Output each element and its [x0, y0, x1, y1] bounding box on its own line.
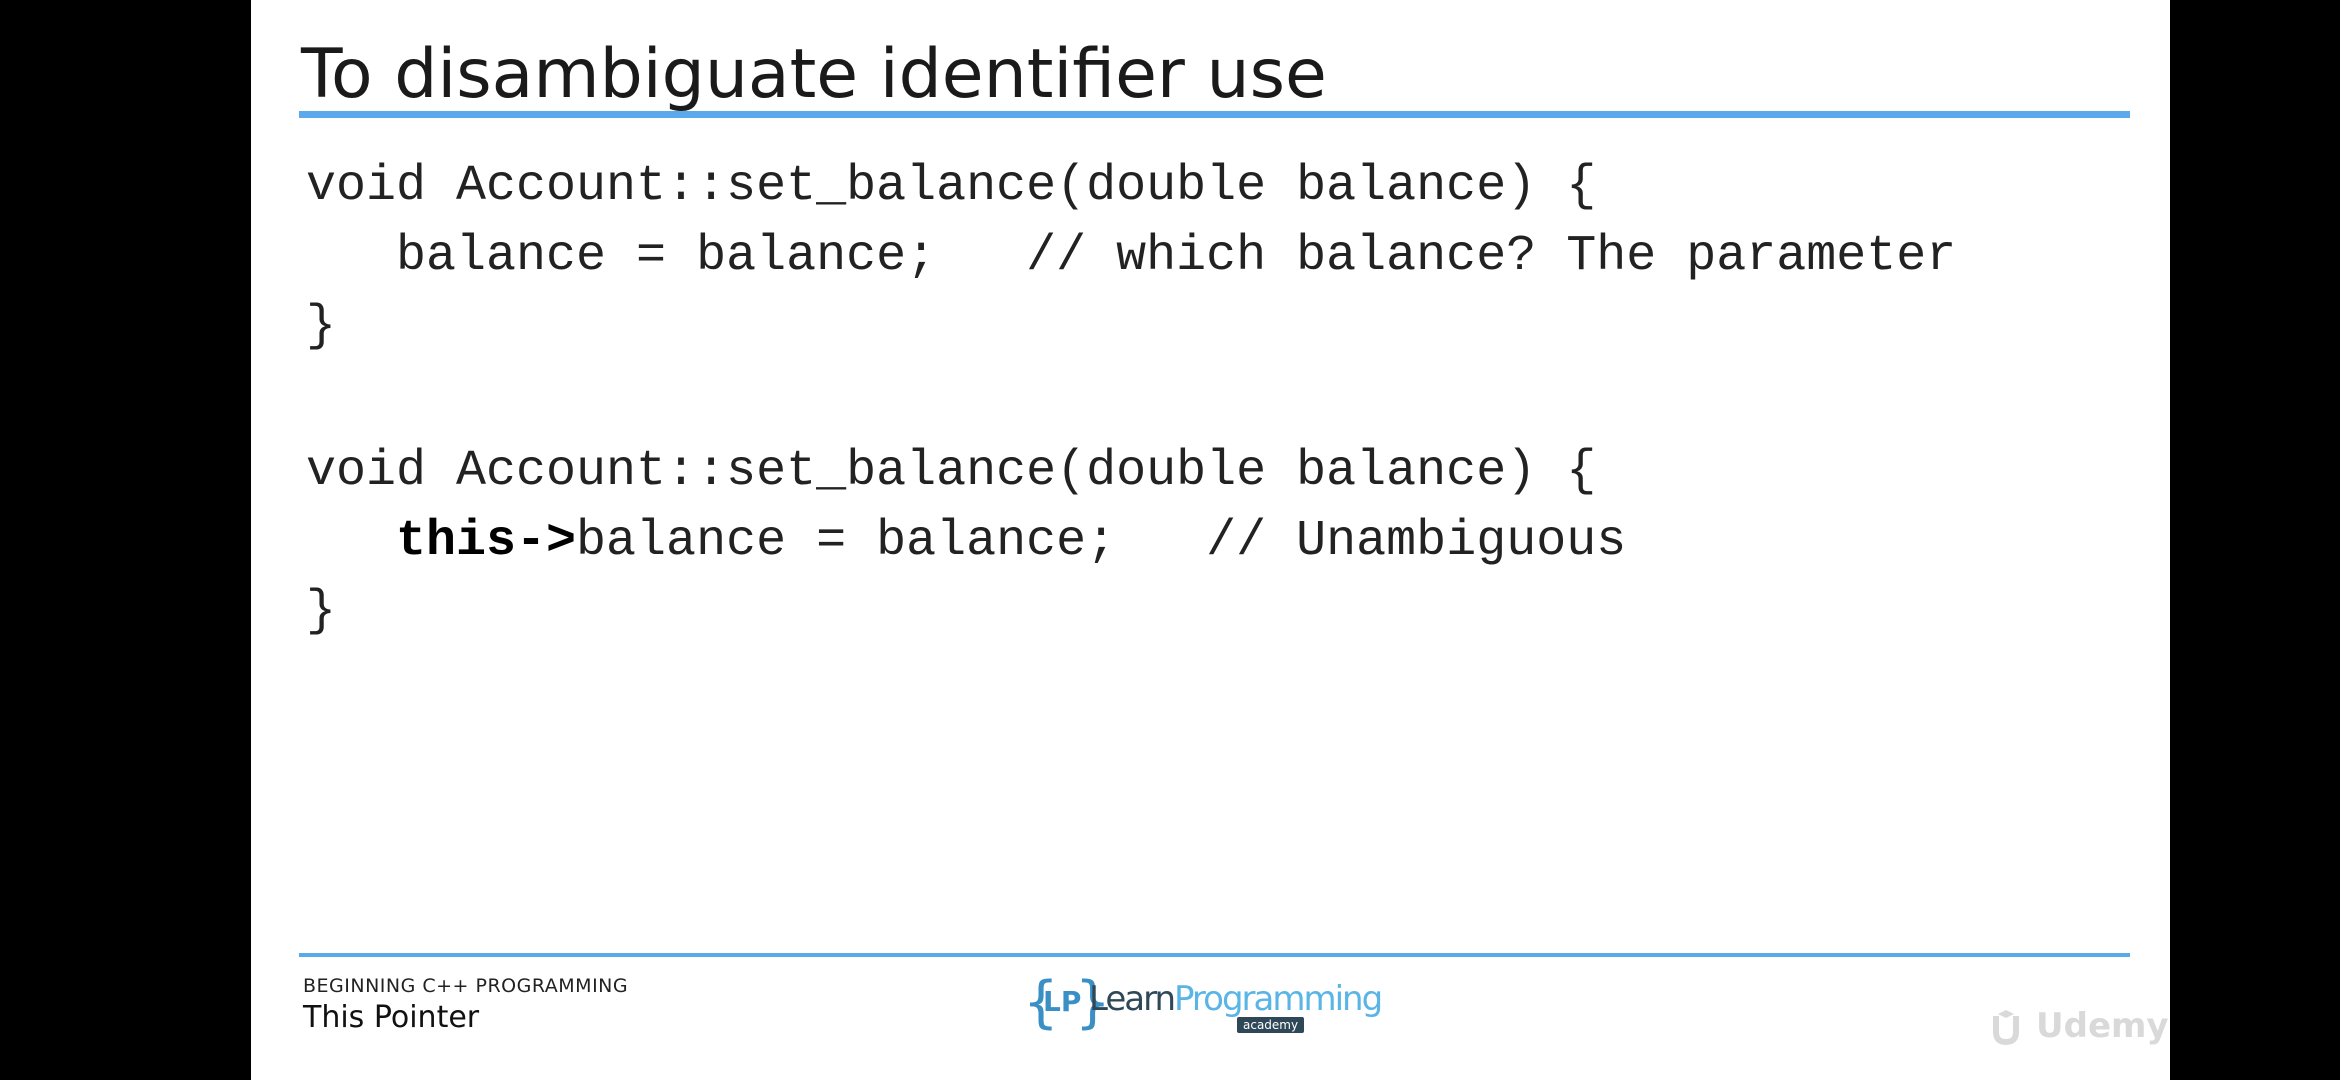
this-keyword: this-> — [396, 513, 577, 570]
learnprogramming-logo: { LP } LearnProgramming academy — [1023, 973, 1383, 1043]
code-line: void Account::set_balance(double balance… — [306, 443, 1597, 500]
logo-learn: Learn — [1089, 979, 1176, 1019]
code-rest: balance = balance; // Unambiguous — [576, 513, 1627, 570]
title-underline — [299, 111, 2130, 118]
udemy-watermark: Udemy — [1990, 1006, 2169, 1048]
logo-academy-badge: academy — [1237, 1017, 1305, 1033]
logo-programming: Programming — [1174, 979, 1383, 1019]
footer-divider — [299, 953, 2130, 957]
logo-wordmark: LearnProgramming — [1089, 979, 1383, 1019]
lecture-topic: This Pointer — [303, 1000, 480, 1035]
udemy-text: Udemy — [2036, 1006, 2169, 1046]
udemy-logo-icon — [1993, 1009, 2019, 1045]
code-line: void Account::set_balance(double balance… — [306, 158, 1597, 215]
code-line: } — [306, 583, 337, 640]
code-line: this->balance = balance; // Unambiguous — [306, 507, 1626, 577]
code-line: } — [306, 298, 337, 355]
slide-title: To disambiguate identifier use — [301, 35, 1327, 114]
course-name: BEGINNING C++ PROGRAMMING — [303, 975, 629, 997]
code-line: balance = balance; // which balance? The… — [306, 228, 1957, 285]
